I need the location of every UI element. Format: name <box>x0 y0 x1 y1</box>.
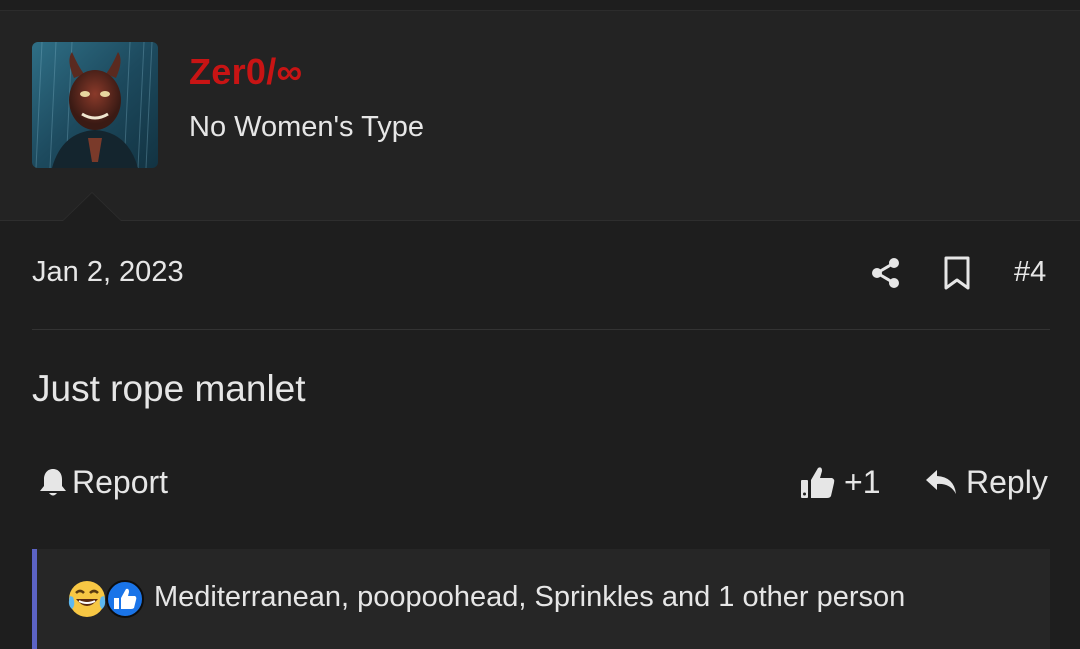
avatar-image <box>32 42 158 168</box>
share-button[interactable] <box>868 255 904 291</box>
like-button[interactable]: +1 <box>800 460 880 504</box>
divider <box>32 329 1050 330</box>
reaction-icons <box>67 579 147 619</box>
user-info-block: Zer0/∞ No Women's Type <box>0 11 1080 221</box>
post-body: Just rope manlet <box>32 368 306 409</box>
reactions-bar[interactable]: Mediterranean, poopoohead, Sprinkles and… <box>32 549 1050 649</box>
report-label: Report <box>72 463 169 500</box>
post-date[interactable]: Jan 2, 2023 <box>32 256 184 289</box>
like-count: +1 <box>844 463 881 500</box>
username[interactable]: Zer0/∞ <box>189 51 303 93</box>
reply-label: Reply <box>966 463 1048 500</box>
laughing-crying-emoji-icon <box>68 581 106 617</box>
user-title: No Women's Type <box>189 111 424 143</box>
avatar[interactable] <box>32 42 158 168</box>
bell-icon <box>40 469 66 496</box>
reply-button[interactable]: Reply <box>924 460 1048 504</box>
reactions-summary[interactable]: Mediterranean, poopoohead, Sprinkles and… <box>154 581 905 614</box>
top-strip <box>0 0 1080 11</box>
reply-icon <box>926 470 956 494</box>
thumbs-up-icon <box>801 467 835 498</box>
report-button[interactable]: Report <box>38 460 168 504</box>
thumbs-up-reaction-icon <box>106 580 144 618</box>
bookmark-icon <box>944 256 970 290</box>
post-number-link[interactable]: #4 <box>1014 256 1046 289</box>
share-icon <box>872 258 899 288</box>
bookmark-button[interactable] <box>940 255 974 291</box>
speech-arrow <box>63 193 121 221</box>
